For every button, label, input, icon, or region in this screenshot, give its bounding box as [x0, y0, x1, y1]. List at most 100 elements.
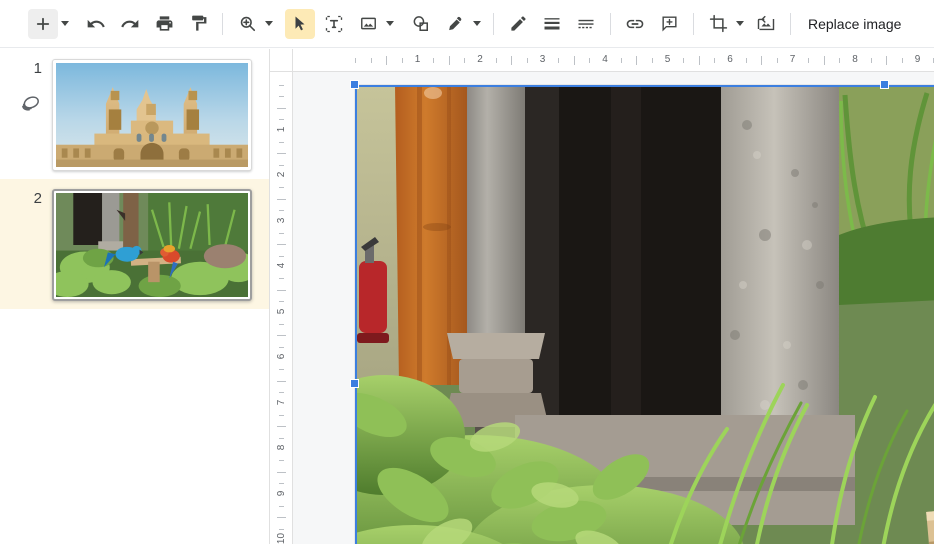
ruler-tick [277, 517, 286, 519]
ruler-tick [511, 56, 513, 65]
ruler-tick [714, 58, 716, 63]
toolbar-separator-5 [790, 12, 791, 35]
transition-icon[interactable] [17, 91, 43, 117]
ruler-tick [573, 56, 575, 65]
toolbar-separator [222, 12, 223, 35]
ruler-tick [279, 414, 284, 416]
horizontal-ruler[interactable]: 1 2 3 4 5 6 7 8 9 [293, 49, 934, 72]
ruler-tick [401, 58, 403, 63]
ruler-tick [279, 369, 284, 371]
canvas-scroll-area[interactable] [293, 72, 934, 544]
replace-image-button[interactable]: Replace image [800, 9, 909, 39]
slide-thumbnail-2[interactable]: 2 [0, 179, 269, 309]
print-button[interactable] [149, 9, 179, 39]
ruler-tick [279, 323, 284, 325]
ruler-tick [277, 426, 286, 428]
ruler-tick [448, 56, 450, 65]
ruler-tick [277, 244, 286, 246]
ruler-tick [277, 289, 286, 291]
ruler-label-h: 4 [602, 54, 608, 65]
new-slide-button[interactable] [28, 8, 58, 39]
slide-1-thumbnail-frame[interactable] [52, 59, 252, 171]
crop-button[interactable] [703, 9, 733, 39]
ruler-tick [279, 278, 284, 280]
border-dash-button[interactable] [571, 9, 601, 39]
slide-1-preview [56, 63, 248, 167]
ruler-label-v: 3 [276, 217, 287, 223]
crop-dropdown[interactable] [733, 9, 747, 39]
ruler-label-h: 3 [539, 54, 546, 65]
ruler-tick [355, 58, 356, 63]
fill-color-button[interactable] [503, 9, 533, 39]
insert-image-dropdown[interactable] [383, 9, 397, 39]
ruler-tick [839, 58, 841, 63]
ruler-tick [277, 335, 286, 337]
insert-image-button[interactable] [353, 9, 383, 39]
ruler-tick [279, 505, 284, 507]
ruler-tick [279, 232, 284, 234]
selection-handle-middle-left[interactable] [350, 379, 359, 388]
slide-number-1: 1 [33, 60, 42, 77]
ruler-label-h: 9 [914, 54, 921, 65]
ruler-label-h: 2 [477, 54, 483, 65]
ruler-label-v: 8 [276, 444, 287, 451]
line-button[interactable] [440, 9, 470, 39]
ruler-tick [870, 58, 872, 63]
ruler-tick [651, 58, 653, 63]
zoom-dropdown[interactable] [262, 9, 276, 39]
ruler-tick [277, 471, 286, 473]
selection-handle-top-left[interactable] [350, 80, 359, 89]
add-comment-button[interactable] [654, 9, 684, 39]
slide-1-meta: 1 [0, 59, 52, 179]
slides-editor-window: Replace image 1 2 1 2 3 4 5 6 7 8 9 1 2 … [0, 0, 934, 544]
ruler-tick [589, 58, 591, 63]
ruler-tick [886, 56, 888, 65]
ruler-tick [277, 380, 286, 382]
zoom-button[interactable] [232, 9, 262, 39]
ruler-label-v: 10 [276, 532, 287, 544]
reset-image-button[interactable] [751, 9, 781, 39]
insert-link-button[interactable] [620, 9, 650, 39]
toolbar-separator-4 [693, 12, 694, 35]
ruler-tick [279, 85, 284, 86]
ruler-tick [745, 58, 747, 63]
ruler-label-v: 6 [276, 353, 287, 360]
ruler-tick [277, 107, 286, 109]
ruler-tick [279, 141, 284, 143]
slide-filmstrip-panel[interactable]: 1 2 [0, 49, 270, 544]
vertical-ruler[interactable]: 1 2 3 4 5 6 7 8 9 10 [270, 72, 293, 544]
ruler-tick [808, 58, 810, 63]
ruler-label-h: 6 [727, 54, 733, 65]
shape-button[interactable] [406, 9, 436, 39]
undo-button[interactable] [81, 9, 111, 39]
toolbar-separator-3 [610, 12, 611, 35]
toolbar-separator-2 [493, 12, 494, 35]
slide-2-thumbnail-frame[interactable] [52, 189, 252, 301]
ruler-label-v: 5 [276, 308, 287, 314]
main-toolbar: Replace image [0, 0, 934, 48]
ruler-tick [279, 187, 284, 189]
slide-2-meta: 2 [0, 189, 52, 309]
line-dropdown[interactable] [470, 9, 484, 39]
redo-button[interactable] [115, 9, 145, 39]
border-weight-button[interactable] [537, 9, 567, 39]
selected-image[interactable] [355, 85, 934, 544]
new-slide-dropdown[interactable] [58, 9, 72, 39]
ruler-label-h: 5 [664, 54, 671, 65]
ruler-tick [698, 56, 700, 65]
ruler-tick [370, 58, 372, 63]
ruler-tick [776, 58, 778, 63]
slide-canvas[interactable] [350, 80, 934, 544]
ruler-label-h: 7 [789, 54, 796, 65]
ruler-label-v: 2 [276, 171, 287, 178]
selection-handle-top-center[interactable] [880, 80, 889, 89]
ruler-label-v: 7 [276, 399, 287, 405]
paint-format-button[interactable] [183, 9, 213, 39]
slide-thumbnail-1[interactable]: 1 [0, 49, 269, 179]
select-tool-button[interactable] [285, 8, 315, 39]
text-box-button[interactable] [319, 9, 349, 39]
ruler-tick [526, 58, 528, 63]
ruler-tick [277, 198, 286, 200]
ruler-tick [761, 56, 763, 65]
ruler-tick [279, 96, 284, 98]
